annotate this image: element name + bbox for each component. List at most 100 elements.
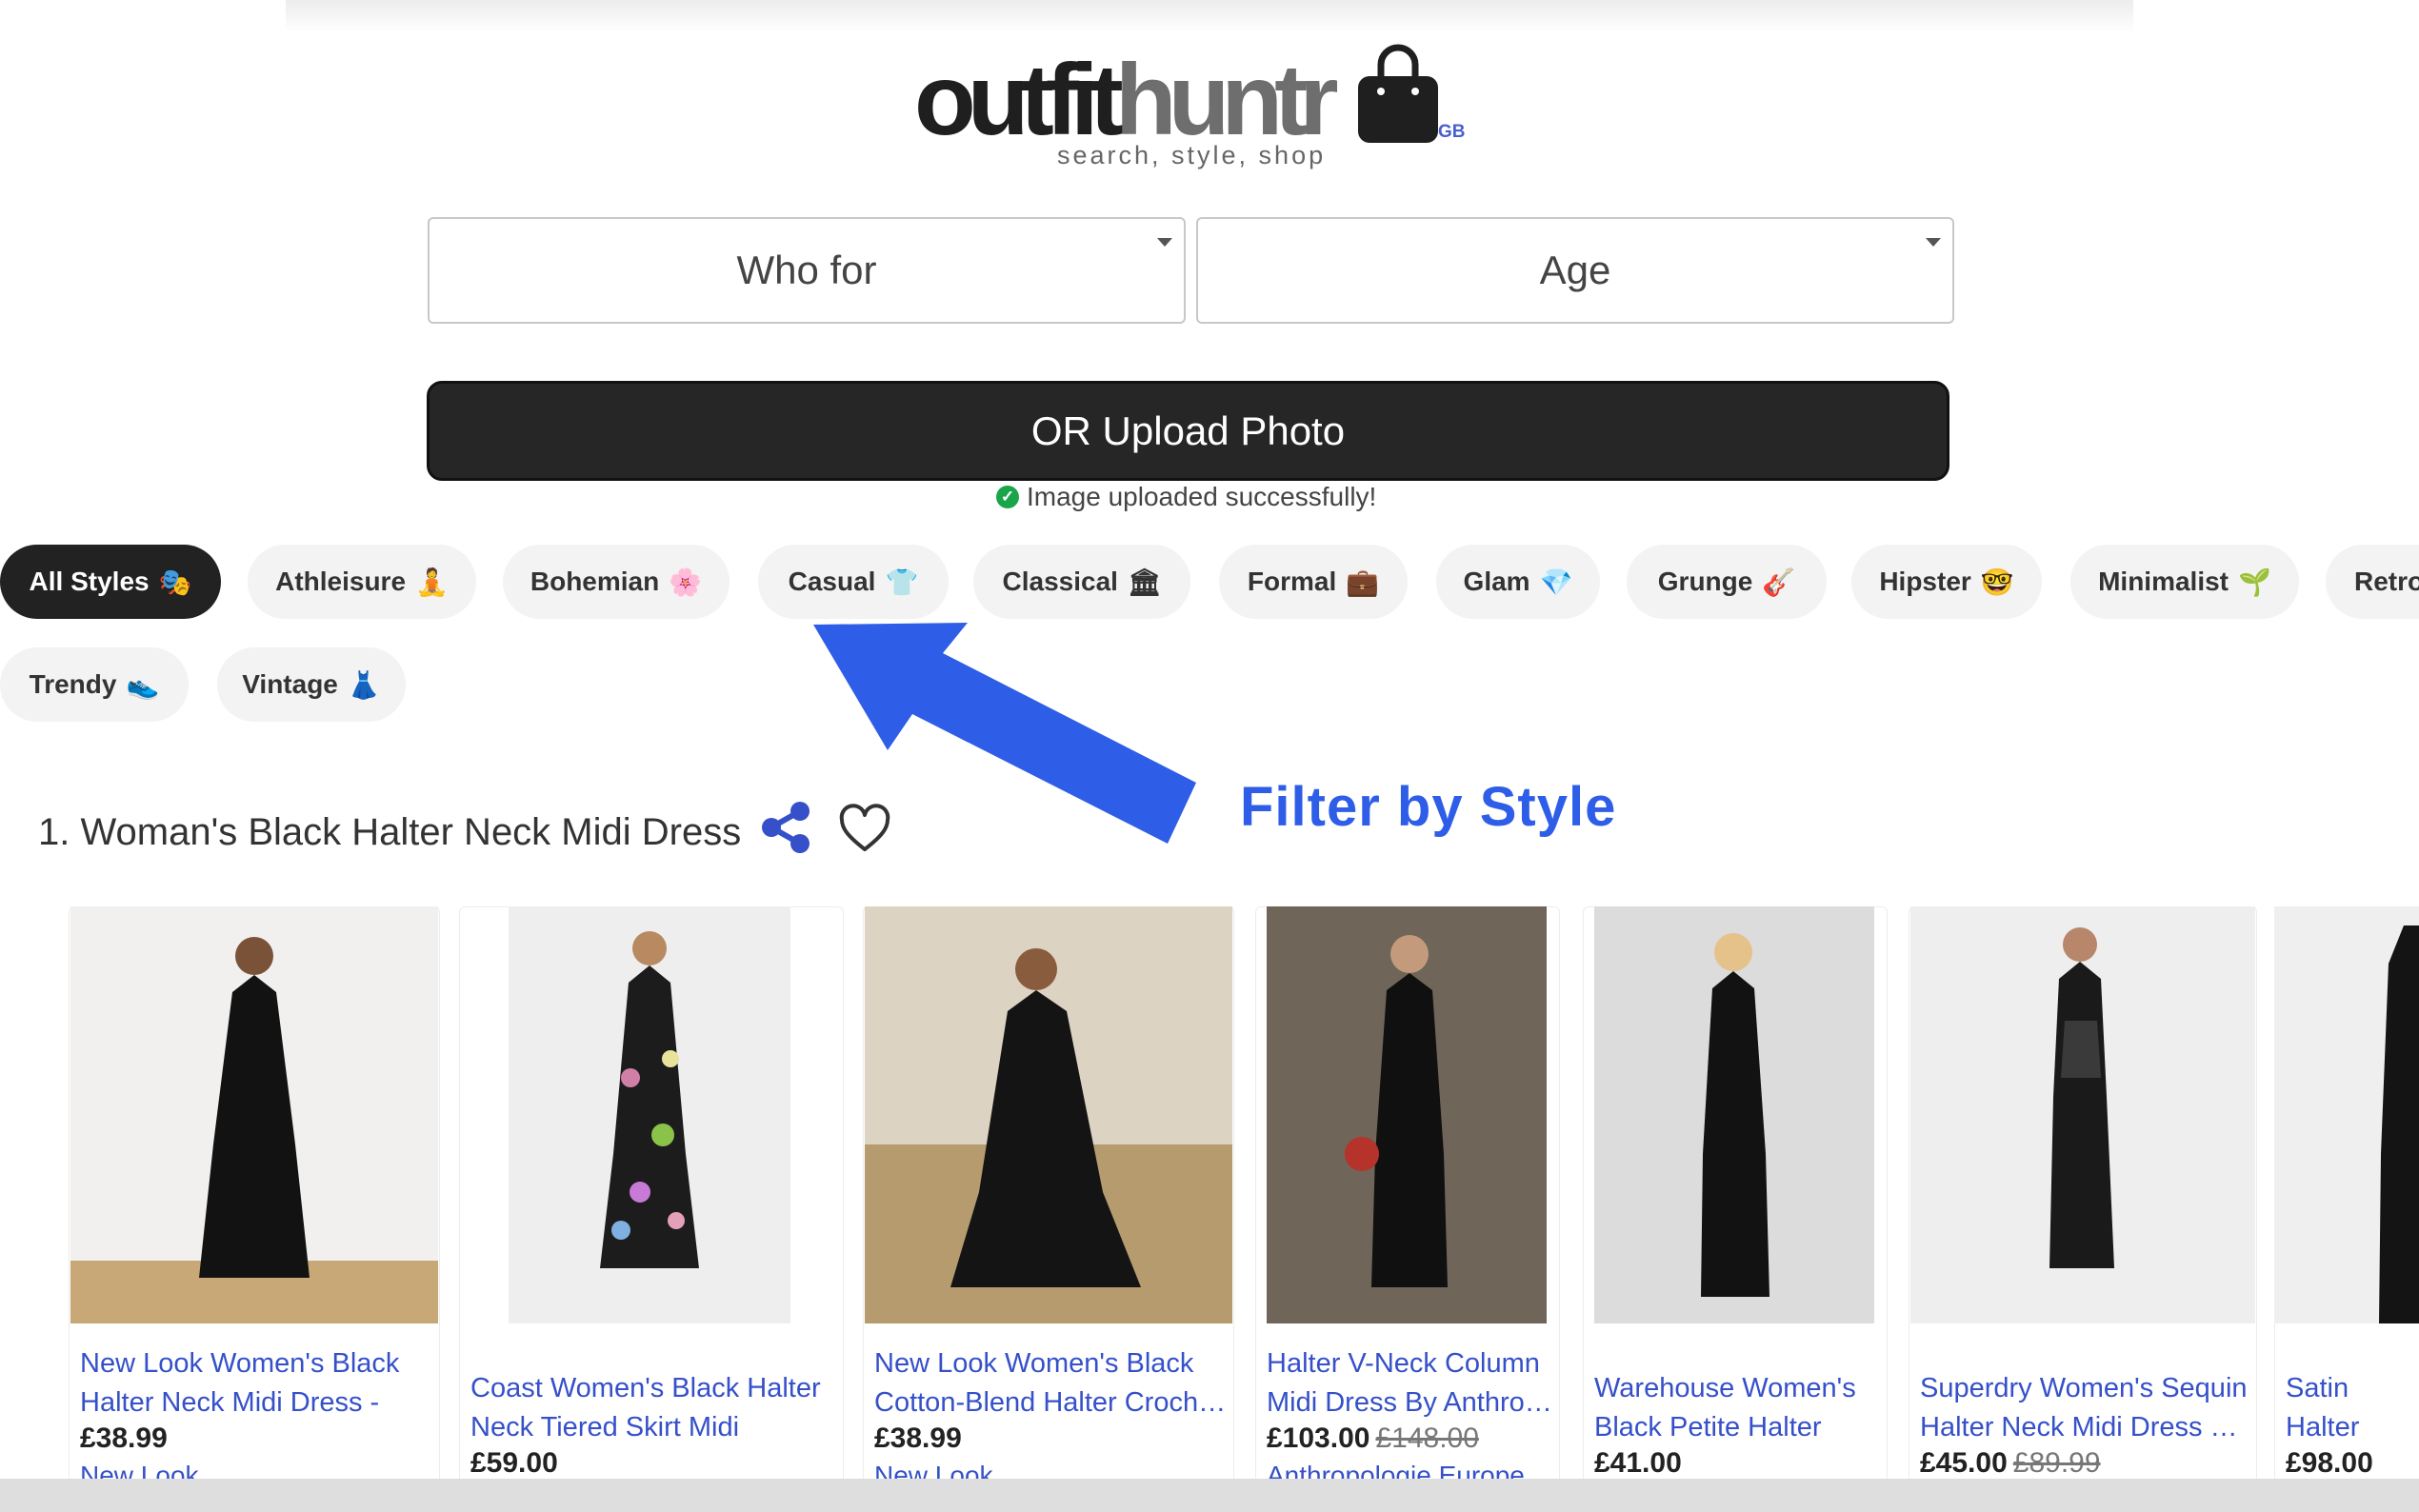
tshirt-icon: 👕 (885, 567, 919, 597)
product-image (1594, 906, 1874, 1323)
logo[interactable]: outfithuntr GB search, style, shop (914, 38, 1524, 181)
price-current: £103.00 (1267, 1422, 1370, 1454)
style-chip-label: Hipster (1879, 567, 1971, 596)
style-chip-label: All Styles (29, 567, 150, 596)
style-chip-label: Classical (1002, 567, 1118, 596)
price-current: £98.00 (2286, 1447, 2373, 1479)
style-chip-hipster[interactable]: Hipster 🤓 (1851, 545, 2042, 619)
annotation-label: Filter by Style (1240, 776, 1617, 838)
product-title[interactable]: Satin Halter Dress, Blac (2286, 1369, 2419, 1447)
upload-status: ✓ Image uploaded successfully! (996, 482, 1376, 512)
logo-tagline: search, style, shop (1057, 141, 1327, 169)
price-current: £41.00 (1594, 1447, 1682, 1479)
share-icon[interactable] (758, 800, 813, 855)
shopping-bag-icon (1358, 44, 1438, 143)
briefcase-icon: 💼 (1346, 567, 1380, 597)
price-current: £45.00 (1920, 1447, 2008, 1479)
who-for-value: Who for (736, 248, 877, 292)
upload-status-text: Image uploaded successfully! (1027, 482, 1377, 511)
style-chip-athleisure[interactable]: Athleisure 🧘 (248, 545, 476, 619)
product-image (1267, 906, 1547, 1323)
seedling-icon: 🌱 (2238, 567, 2271, 597)
style-chip-label: Vintage (242, 669, 338, 699)
style-chip-label: Retro (2354, 567, 2419, 596)
yoga-icon: 🧘 (415, 567, 449, 597)
region-label: GB (1438, 122, 1466, 142)
outfit-title: 1. Woman's Black Halter Neck Midi Dress (38, 811, 742, 853)
nerd-face-icon: 🤓 (1980, 567, 2014, 597)
logo-part-outfit: outfit (914, 44, 1124, 156)
product-price: £45.00 £89.99 (1920, 1447, 2101, 1480)
heart-icon[interactable] (838, 804, 891, 855)
style-chip-bohemian[interactable]: Bohemian 🌸 (503, 545, 730, 619)
style-chip-label: Athleisure (275, 567, 407, 596)
product-title[interactable]: Superdry Women's Sequin Halter Neck Midi… (1920, 1369, 2249, 1447)
style-chip-label: Trendy (29, 669, 117, 699)
price-current: £59.00 (470, 1447, 558, 1479)
product-title[interactable]: Warehouse Women's Black Petite Halter Mi… (1594, 1369, 1880, 1447)
style-chip-all-styles[interactable]: All Styles 🎭 (0, 545, 221, 619)
product-merchant[interactable]: Anthropologie Europe (1267, 1461, 1525, 1480)
style-chip-formal[interactable]: Formal 💼 (1219, 545, 1408, 619)
bottom-bar (0, 1479, 2419, 1512)
style-chip-retro[interactable]: Retro (2326, 545, 2419, 619)
product-title[interactable]: Coast Women's Black Halter Neck Tiered S… (470, 1369, 832, 1447)
style-chip-label: Minimalist (2098, 567, 2229, 596)
top-shadow (286, 0, 2133, 32)
check-circle-icon: ✓ (996, 486, 1019, 508)
style-chip-classical[interactable]: Classical 🏛 (973, 545, 1190, 619)
product-image (2274, 906, 2419, 1323)
price-original: £148.00 (1375, 1422, 1479, 1454)
price-current: £38.99 (874, 1422, 962, 1454)
product-title[interactable]: New Look Women's Black Halter Neck Midi … (80, 1344, 432, 1422)
product-card[interactable]: New Look Women's Black Halter Neck Midi … (69, 906, 440, 1497)
style-chip-label: Grunge (1657, 567, 1753, 596)
age-select[interactable]: Age (1196, 217, 1954, 324)
product-card[interactable]: Satin Halter Dress, Blac £98.00 (2274, 906, 2419, 1497)
chevron-down-icon (1926, 238, 1941, 247)
logo-part-huntr: huntr (1114, 44, 1339, 156)
product-price: £38.99 (874, 1422, 962, 1455)
product-price: £41.00 (1594, 1447, 1682, 1480)
style-chip-label: Bohemian (530, 567, 660, 596)
who-for-select[interactable]: Who for (428, 217, 1186, 324)
flower-icon: 🌸 (669, 567, 703, 597)
style-chip-trendy[interactable]: Trendy 👟 (0, 647, 189, 722)
product-price: £103.00 £148.00 (1267, 1422, 1479, 1455)
product-image (509, 906, 790, 1323)
product-card[interactable]: New Look Women's Black Cotton-Blend Halt… (863, 906, 1234, 1497)
classical-building-icon: 🏛 (1127, 567, 1162, 597)
style-chip-label: Glam (1463, 567, 1530, 596)
style-chip-casual[interactable]: Casual 👕 (758, 545, 949, 619)
price-original: £89.99 (2012, 1447, 2101, 1479)
product-price: £98.00 (2286, 1447, 2373, 1480)
theater-masks-icon: 🎭 (158, 567, 192, 597)
style-chip-vintage[interactable]: Vintage 👗 (217, 647, 406, 722)
dress-icon: 👗 (347, 669, 381, 700)
chevron-down-icon (1157, 238, 1172, 247)
product-title[interactable]: Halter V-Neck Column Midi Dress By Anthr… (1267, 1344, 1552, 1422)
age-value: Age (1539, 248, 1611, 292)
product-card[interactable]: Halter V-Neck Column Midi Dress By Anthr… (1255, 906, 1560, 1497)
product-card[interactable]: Superdry Women's Sequin Halter Neck Midi… (1909, 906, 2257, 1497)
sneaker-icon: 👟 (126, 669, 160, 700)
guitar-icon: 🎸 (1762, 567, 1796, 597)
product-card[interactable]: Coast Women's Black Halter Neck Tiered S… (459, 906, 844, 1497)
style-chip-label: Casual (788, 567, 876, 596)
gem-icon: 💎 (1539, 567, 1573, 597)
style-chip-grunge[interactable]: Grunge 🎸 (1627, 545, 1827, 619)
product-image (865, 906, 1232, 1323)
style-chip-label: Formal (1247, 567, 1337, 596)
product-price: £38.99 (80, 1422, 168, 1455)
upload-photo-button[interactable]: OR Upload Photo (427, 381, 1949, 481)
product-price: £59.00 (470, 1447, 558, 1480)
product-image (70, 906, 438, 1323)
product-image (1910, 906, 2255, 1323)
product-merchant[interactable]: New Look (874, 1461, 993, 1480)
price-current: £38.99 (80, 1422, 168, 1454)
style-chip-glam[interactable]: Glam 💎 (1436, 545, 1600, 619)
product-merchant[interactable]: New Look (80, 1461, 199, 1480)
product-title[interactable]: New Look Women's Black Cotton-Blend Halt… (874, 1344, 1227, 1422)
style-chip-minimalist[interactable]: Minimalist 🌱 (2070, 545, 2299, 619)
product-card[interactable]: Warehouse Women's Black Petite Halter Mi… (1583, 906, 1888, 1497)
